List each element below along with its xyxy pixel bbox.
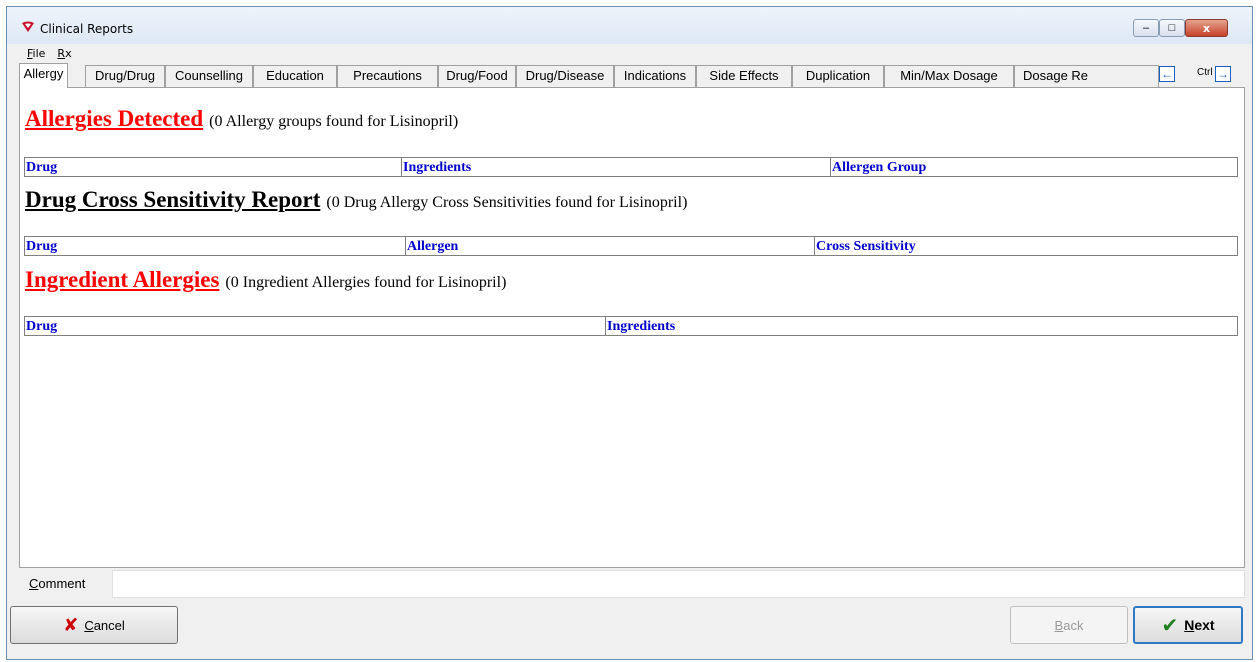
column-drug: Drug <box>25 317 606 335</box>
title-bar: Clinical Reports – □ x <box>7 7 1252 44</box>
minimize-button[interactable]: – <box>1133 19 1159 37</box>
tab-min-max-dosage[interactable]: Min/Max Dosage <box>884 65 1014 87</box>
comment-label: Comment <box>29 576 86 591</box>
cancel-button[interactable]: ✘ Cancel <box>10 606 178 644</box>
tab-dosage-range[interactable]: Dosage Re <box>1014 65 1159 87</box>
back-button-label: Back <box>1054 617 1084 633</box>
allergies-detected-note: (0 Allergy groups found for Lisinopril) <box>209 113 459 130</box>
check-icon: ✔ <box>1161 613 1179 637</box>
tab-scroll-left-icon[interactable]: ← <box>1159 66 1175 82</box>
cancel-x-icon: ✘ <box>63 614 79 636</box>
ingredient-allergies-note: (0 Ingredient Allergies found for Lisino… <box>225 274 507 291</box>
app-logo-icon <box>22 21 34 32</box>
cross-sensitivity-table-header: Drug Allergen Cross Sensitivity <box>24 236 1238 256</box>
comment-input[interactable] <box>112 570 1245 598</box>
allergies-detected-title[interactable]: Allergies Detected <box>25 106 203 131</box>
comment-row: Comment <box>19 570 1245 598</box>
ctrl-label: Ctrl <box>1197 67 1213 78</box>
minimize-icon: – <box>1142 21 1150 34</box>
menu-file[interactable]: File <box>27 47 45 60</box>
allergies-detected-heading: Allergies Detected (0 Allergy groups foun… <box>25 106 458 132</box>
column-drug: Drug <box>25 158 402 176</box>
report-content: Allergies Detected (0 Allergy groups foun… <box>19 87 1245 568</box>
menu-rx[interactable]: Rx <box>57 47 71 60</box>
cancel-button-label: Cancel <box>84 617 125 633</box>
column-ingredients: Ingredients <box>402 158 831 176</box>
tab-education[interactable]: Education <box>253 65 337 87</box>
cross-sensitivity-title[interactable]: Drug Cross Sensitivity Report <box>25 187 320 212</box>
tab-allergy[interactable]: Allergy <box>19 63 68 88</box>
ingredient-allergies-table-header: Drug Ingredients <box>24 316 1238 336</box>
close-icon: x <box>1202 21 1211 35</box>
tab-drug-disease[interactable]: Drug/Disease <box>516 65 614 87</box>
column-drug: Drug <box>25 237 406 255</box>
menu-bar: File Rx <box>7 44 1252 63</box>
tab-drug-food[interactable]: Drug/Food <box>438 65 516 87</box>
allergies-table-header: Drug Ingredients Allergen Group <box>24 157 1238 177</box>
tab-duplication[interactable]: Duplication <box>792 65 884 87</box>
column-cross-sensitivity: Cross Sensitivity <box>816 239 916 254</box>
tab-side-effects[interactable]: Side Effects <box>696 65 792 87</box>
tab-indications[interactable]: Indications <box>614 65 696 87</box>
column-allergen-group: Allergen Group <box>832 160 927 175</box>
report-tabs: Allergy Drug/Drug Counselling Education … <box>19 63 1245 88</box>
back-button[interactable]: Back <box>1010 606 1128 644</box>
next-button[interactable]: ✔ Next <box>1133 606 1243 644</box>
tab-drug-drug[interactable]: Drug/Drug <box>85 65 165 87</box>
tab-precautions[interactable]: Precautions <box>337 65 438 87</box>
close-button[interactable]: x <box>1185 19 1228 37</box>
cross-sensitivity-heading: Drug Cross Sensitivity Report (0 Drug All… <box>25 187 687 213</box>
column-allergen: Allergen <box>406 237 815 255</box>
next-button-label: Next <box>1184 617 1215 633</box>
column-ingredients: Ingredients <box>607 319 676 334</box>
ingredient-allergies-heading: Ingredient Allergies (0 Ingredient Allerg… <box>25 267 506 293</box>
window-title: Clinical Reports <box>40 22 134 36</box>
maximize-icon: □ <box>1168 21 1176 34</box>
tab-counselling[interactable]: Counselling <box>165 65 253 87</box>
maximize-button[interactable]: □ <box>1159 19 1185 37</box>
cross-sensitivity-note: (0 Drug Allergy Cross Sensitivities foun… <box>326 194 688 211</box>
ingredient-allergies-title[interactable]: Ingredient Allergies <box>25 267 219 292</box>
tab-scroll-right-icon[interactable]: → <box>1215 66 1231 82</box>
